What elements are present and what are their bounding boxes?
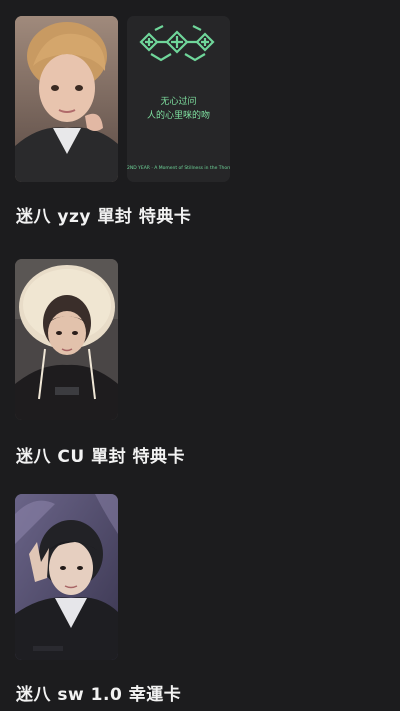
- back-line-2: 人的心里咪的吻: [146, 111, 210, 121]
- photocard-front-3[interactable]: [15, 494, 118, 660]
- photocard-front-image: [15, 16, 118, 182]
- photocard-front-1[interactable]: [15, 16, 118, 182]
- photocard-back-1[interactable]: 无心过问 人的心里咪的吻 2ND YEAR · A Moment of Stil…: [127, 16, 230, 182]
- back-small-print: 2ND YEAR · A Moment of Stillness in the …: [127, 166, 230, 171]
- section-title-3: 迷八 sw 1.0 幸運卡: [16, 685, 182, 705]
- back-line-1: 无心过问: [160, 97, 197, 107]
- photocard-list-page: 无心过问 人的心里咪的吻 2ND YEAR · A Moment of Stil…: [0, 0, 400, 711]
- photocard-front-image: [15, 494, 118, 660]
- section-title-2: 迷八 CU 單封 特典卡: [16, 447, 186, 467]
- photocard-front-image: [15, 259, 118, 420]
- photocard-front-2[interactable]: [15, 259, 118, 420]
- section-title-1: 迷八 yzy 單封 特典卡: [16, 207, 192, 227]
